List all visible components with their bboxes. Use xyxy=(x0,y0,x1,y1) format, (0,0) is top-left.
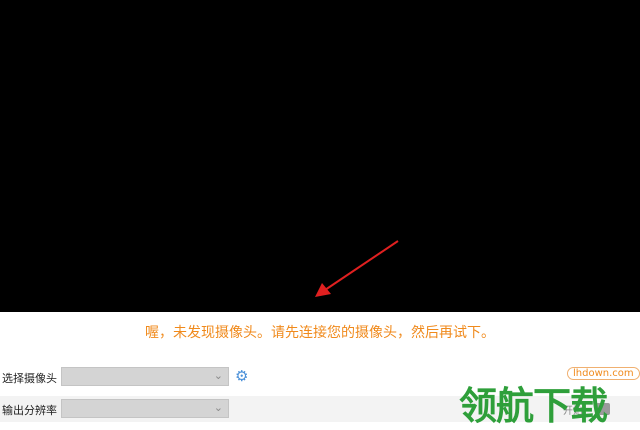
watermark-text: 领航下载 xyxy=(459,384,608,428)
camera-select[interactable]: ⌄ xyxy=(61,367,229,386)
status-message: 喔，未发现摄像头。请先连接您的摄像头，然后再试下。 xyxy=(145,325,495,341)
gear-icon[interactable]: ⚙ xyxy=(235,368,248,384)
chevron-down-icon: ⌄ xyxy=(213,401,223,414)
resolution-label: 输出分辨率 xyxy=(2,404,57,417)
chevron-down-icon: ⌄ xyxy=(213,369,223,382)
camera-label: 选择摄像头 xyxy=(2,372,57,385)
watermark-logo: 领航下载 lhdown.com xyxy=(455,365,640,428)
resolution-select[interactable]: ⌄ xyxy=(61,399,229,418)
arrow-annotation xyxy=(315,240,399,297)
watermark-url: lhdown.com xyxy=(567,367,640,380)
